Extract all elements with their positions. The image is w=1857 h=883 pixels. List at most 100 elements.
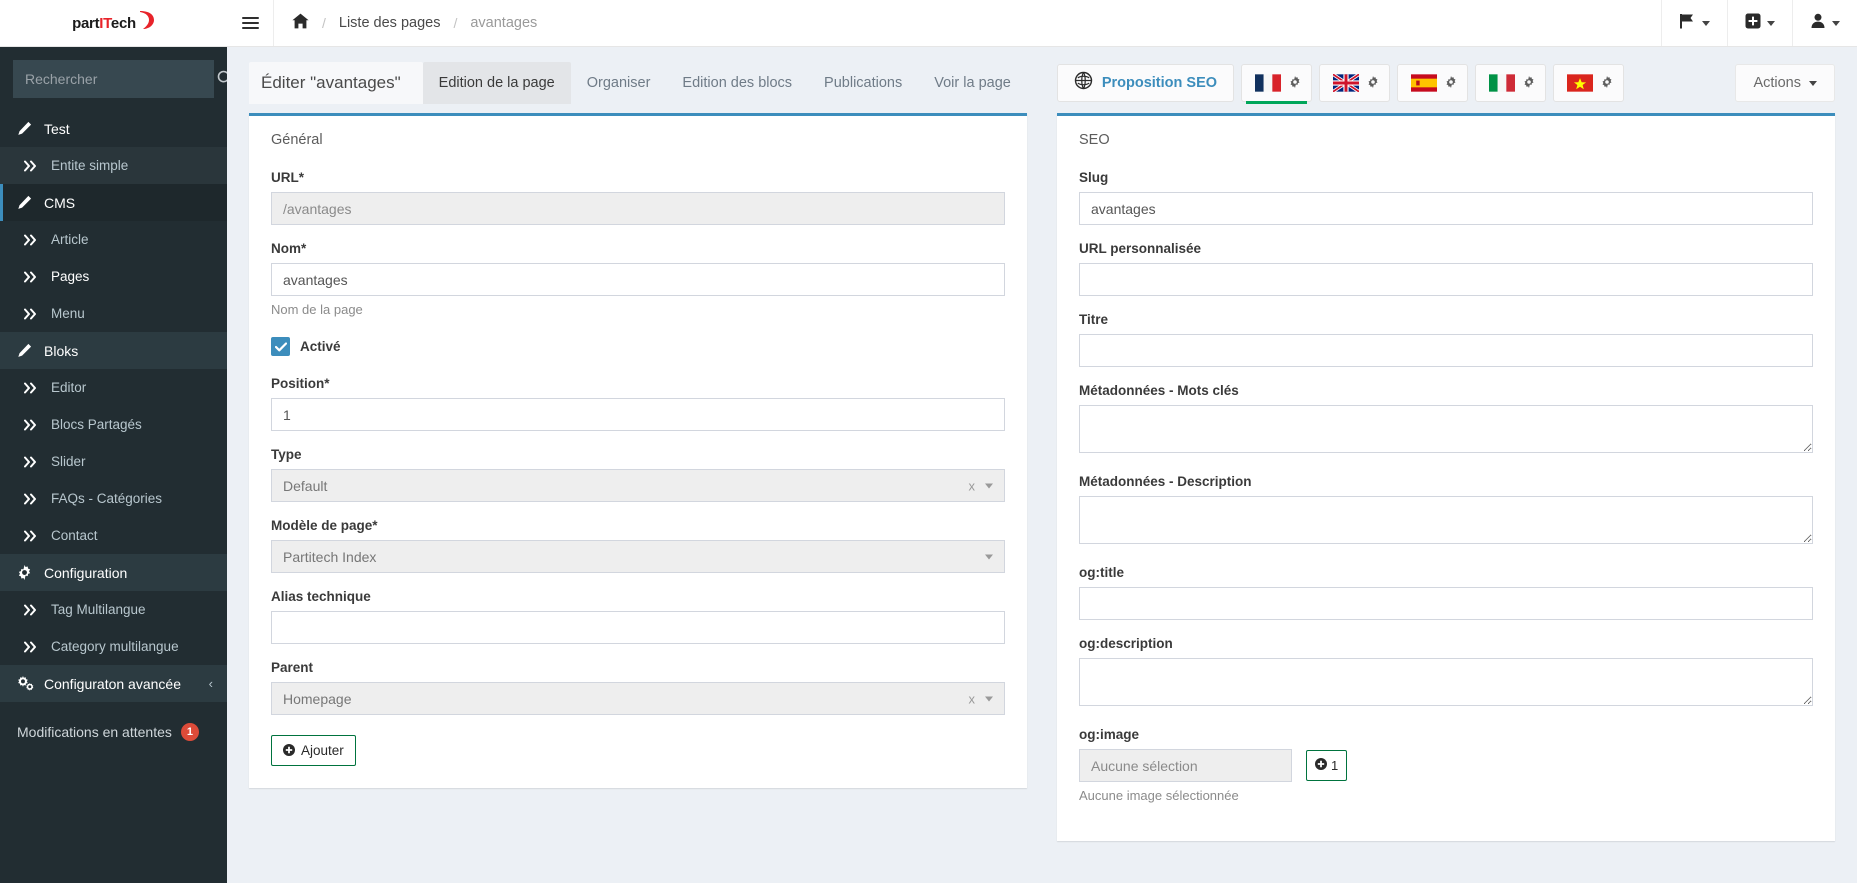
flag-icon (1679, 13, 1696, 34)
sidebar: Test Entite simple CMS Article Pages Men (0, 47, 227, 883)
breadcrumb-home-link[interactable] (292, 13, 309, 33)
og-description-textarea[interactable] (1079, 658, 1813, 706)
caret-down-icon (1702, 21, 1710, 26)
active-checkbox[interactable] (271, 337, 290, 356)
sidebar-item-blocs-partages[interactable]: Blocs Partagés (0, 406, 227, 443)
proposition-seo-label: Proposition SEO (1102, 75, 1217, 91)
breadcrumb: / Liste des pages / avantages (274, 0, 555, 46)
sidebar-pending-modifications[interactable]: Modifications en attentes 1 (0, 710, 227, 754)
sidebar-item-pages[interactable]: Pages (0, 258, 227, 295)
language-button-en[interactable] (1319, 64, 1390, 102)
breadcrumb-separator-1: / (322, 15, 326, 31)
brand-logo[interactable]: partITech (0, 0, 227, 47)
type-select-wrap: x (271, 469, 1005, 502)
chevron-down-icon[interactable] (985, 696, 993, 701)
sidebar-item-bloks[interactable]: Bloks (0, 332, 227, 369)
search-input[interactable] (14, 71, 217, 87)
field-position-label: Position* (271, 376, 1005, 391)
sidebar-item-configuration-avancee[interactable]: Configuraton avancée ‹ (0, 665, 227, 702)
sidebar-item-label: Menu (51, 306, 85, 321)
sidebar-item-label: Tag Multilangue (51, 602, 146, 617)
search-button[interactable] (217, 61, 227, 97)
meta-description-textarea[interactable] (1079, 496, 1813, 544)
add-menu[interactable] (1727, 0, 1792, 46)
type-select[interactable] (271, 469, 1005, 502)
modele-select[interactable] (271, 540, 1005, 573)
chevron-double-icon (24, 604, 41, 616)
user-menu[interactable] (1792, 0, 1857, 46)
sidebar-item-editor[interactable]: Editor (0, 369, 227, 406)
field-url-label: URL* (271, 170, 1005, 185)
gear-icon[interactable] (1523, 76, 1535, 90)
sidebar-item-slider[interactable]: Slider (0, 443, 227, 480)
og-title-input[interactable] (1079, 587, 1813, 620)
sidebar-item-category-multilangue[interactable]: Category multilangue (0, 628, 227, 665)
sidebar-item-label: CMS (44, 195, 75, 211)
tab-publications[interactable]: Publications (808, 62, 918, 104)
language-button-es[interactable] (1397, 64, 1468, 102)
parent-clear-icon[interactable]: x (969, 691, 976, 706)
language-button-fr[interactable] (1241, 64, 1312, 102)
field-nom-label: Nom* (271, 241, 1005, 256)
field-modele-label: Modèle de page* (271, 518, 1005, 533)
url-input[interactable] (271, 192, 1005, 225)
language-flag-menu[interactable] (1661, 0, 1727, 46)
gear-icon[interactable] (1445, 76, 1457, 90)
gear-icon[interactable] (1289, 76, 1301, 90)
parent-select-wrap: x (271, 682, 1005, 715)
parent-select[interactable] (271, 682, 1005, 715)
breadcrumb-item-pages-list[interactable]: Liste des pages (339, 15, 441, 31)
language-button-vi[interactable] (1553, 64, 1624, 102)
active-label[interactable]: Activé (300, 339, 341, 354)
og-image-select-button[interactable]: 1 (1306, 750, 1347, 781)
chevron-down-icon[interactable] (985, 554, 993, 559)
field-meta-keywords: Métadonnées - Mots clés (1079, 383, 1813, 458)
language-button-it[interactable] (1475, 64, 1546, 102)
field-position: Position* (271, 376, 1005, 431)
add-button[interactable]: Ajouter (271, 735, 356, 766)
alias-input[interactable] (271, 611, 1005, 644)
titre-input[interactable] (1079, 334, 1813, 367)
sidebar-item-cms[interactable]: CMS (0, 184, 227, 221)
type-clear-icon[interactable]: x (969, 478, 976, 493)
tab-organiser[interactable]: Organiser (571, 62, 667, 104)
meta-keywords-textarea[interactable] (1079, 405, 1813, 453)
field-titre: Titre (1079, 312, 1813, 367)
sidebar-item-faqs-categories[interactable]: FAQs - Catégories (0, 480, 227, 517)
topbar-right-actions (1661, 0, 1857, 46)
sidebar-item-menu[interactable]: Menu (0, 295, 227, 332)
pencil-icon (17, 121, 34, 136)
sidebar-item-article[interactable]: Article (0, 221, 227, 258)
proposition-seo-button[interactable]: Proposition SEO (1057, 64, 1234, 102)
sidebar-item-entite-simple[interactable]: Entite simple (0, 147, 227, 184)
sidebar-item-configuration[interactable]: Configuration (0, 554, 227, 591)
position-input[interactable] (271, 398, 1005, 431)
gear-icon[interactable] (1367, 76, 1379, 90)
url-personnalisee-input[interactable] (1079, 263, 1813, 296)
tab-edition-de-la-page[interactable]: Edition de la page (423, 62, 571, 104)
sidebar-item-label: Configuration (44, 565, 127, 581)
plus-square-icon (1745, 13, 1761, 34)
sidebar-item-tag-multilangue[interactable]: Tag Multilangue (0, 591, 227, 628)
form-panels: Général URL* Nom* Nom de la page Activé (227, 107, 1857, 841)
sidebar-item-test[interactable]: Test (0, 110, 227, 147)
seo-panel-title: SEO (1079, 132, 1813, 148)
og-image-input[interactable] (1079, 749, 1292, 782)
actions-wrap: Actions (1735, 64, 1835, 102)
general-panel-title: Général (271, 132, 1005, 148)
tab-voir-la-page[interactable]: Voir la page (918, 62, 1027, 104)
nom-input[interactable] (271, 263, 1005, 296)
flag-italy (1489, 74, 1515, 92)
field-url: URL* (271, 170, 1005, 225)
sidebar-item-contact[interactable]: Contact (0, 517, 227, 554)
sidebar-toggle-button[interactable] (227, 0, 274, 46)
modele-select-wrap (271, 540, 1005, 573)
page-tools: Proposition SEO (1057, 64, 1624, 102)
gear-icon[interactable] (1601, 76, 1613, 90)
chevron-down-icon[interactable] (985, 483, 993, 488)
og-image-row: 1 (1079, 749, 1813, 782)
top-strip: partITech / Liste des pages / avantages (0, 0, 1857, 47)
tab-edition-des-blocs[interactable]: Edition des blocs (666, 62, 808, 104)
actions-dropdown-button[interactable]: Actions (1735, 64, 1835, 102)
slug-input[interactable] (1079, 192, 1813, 225)
